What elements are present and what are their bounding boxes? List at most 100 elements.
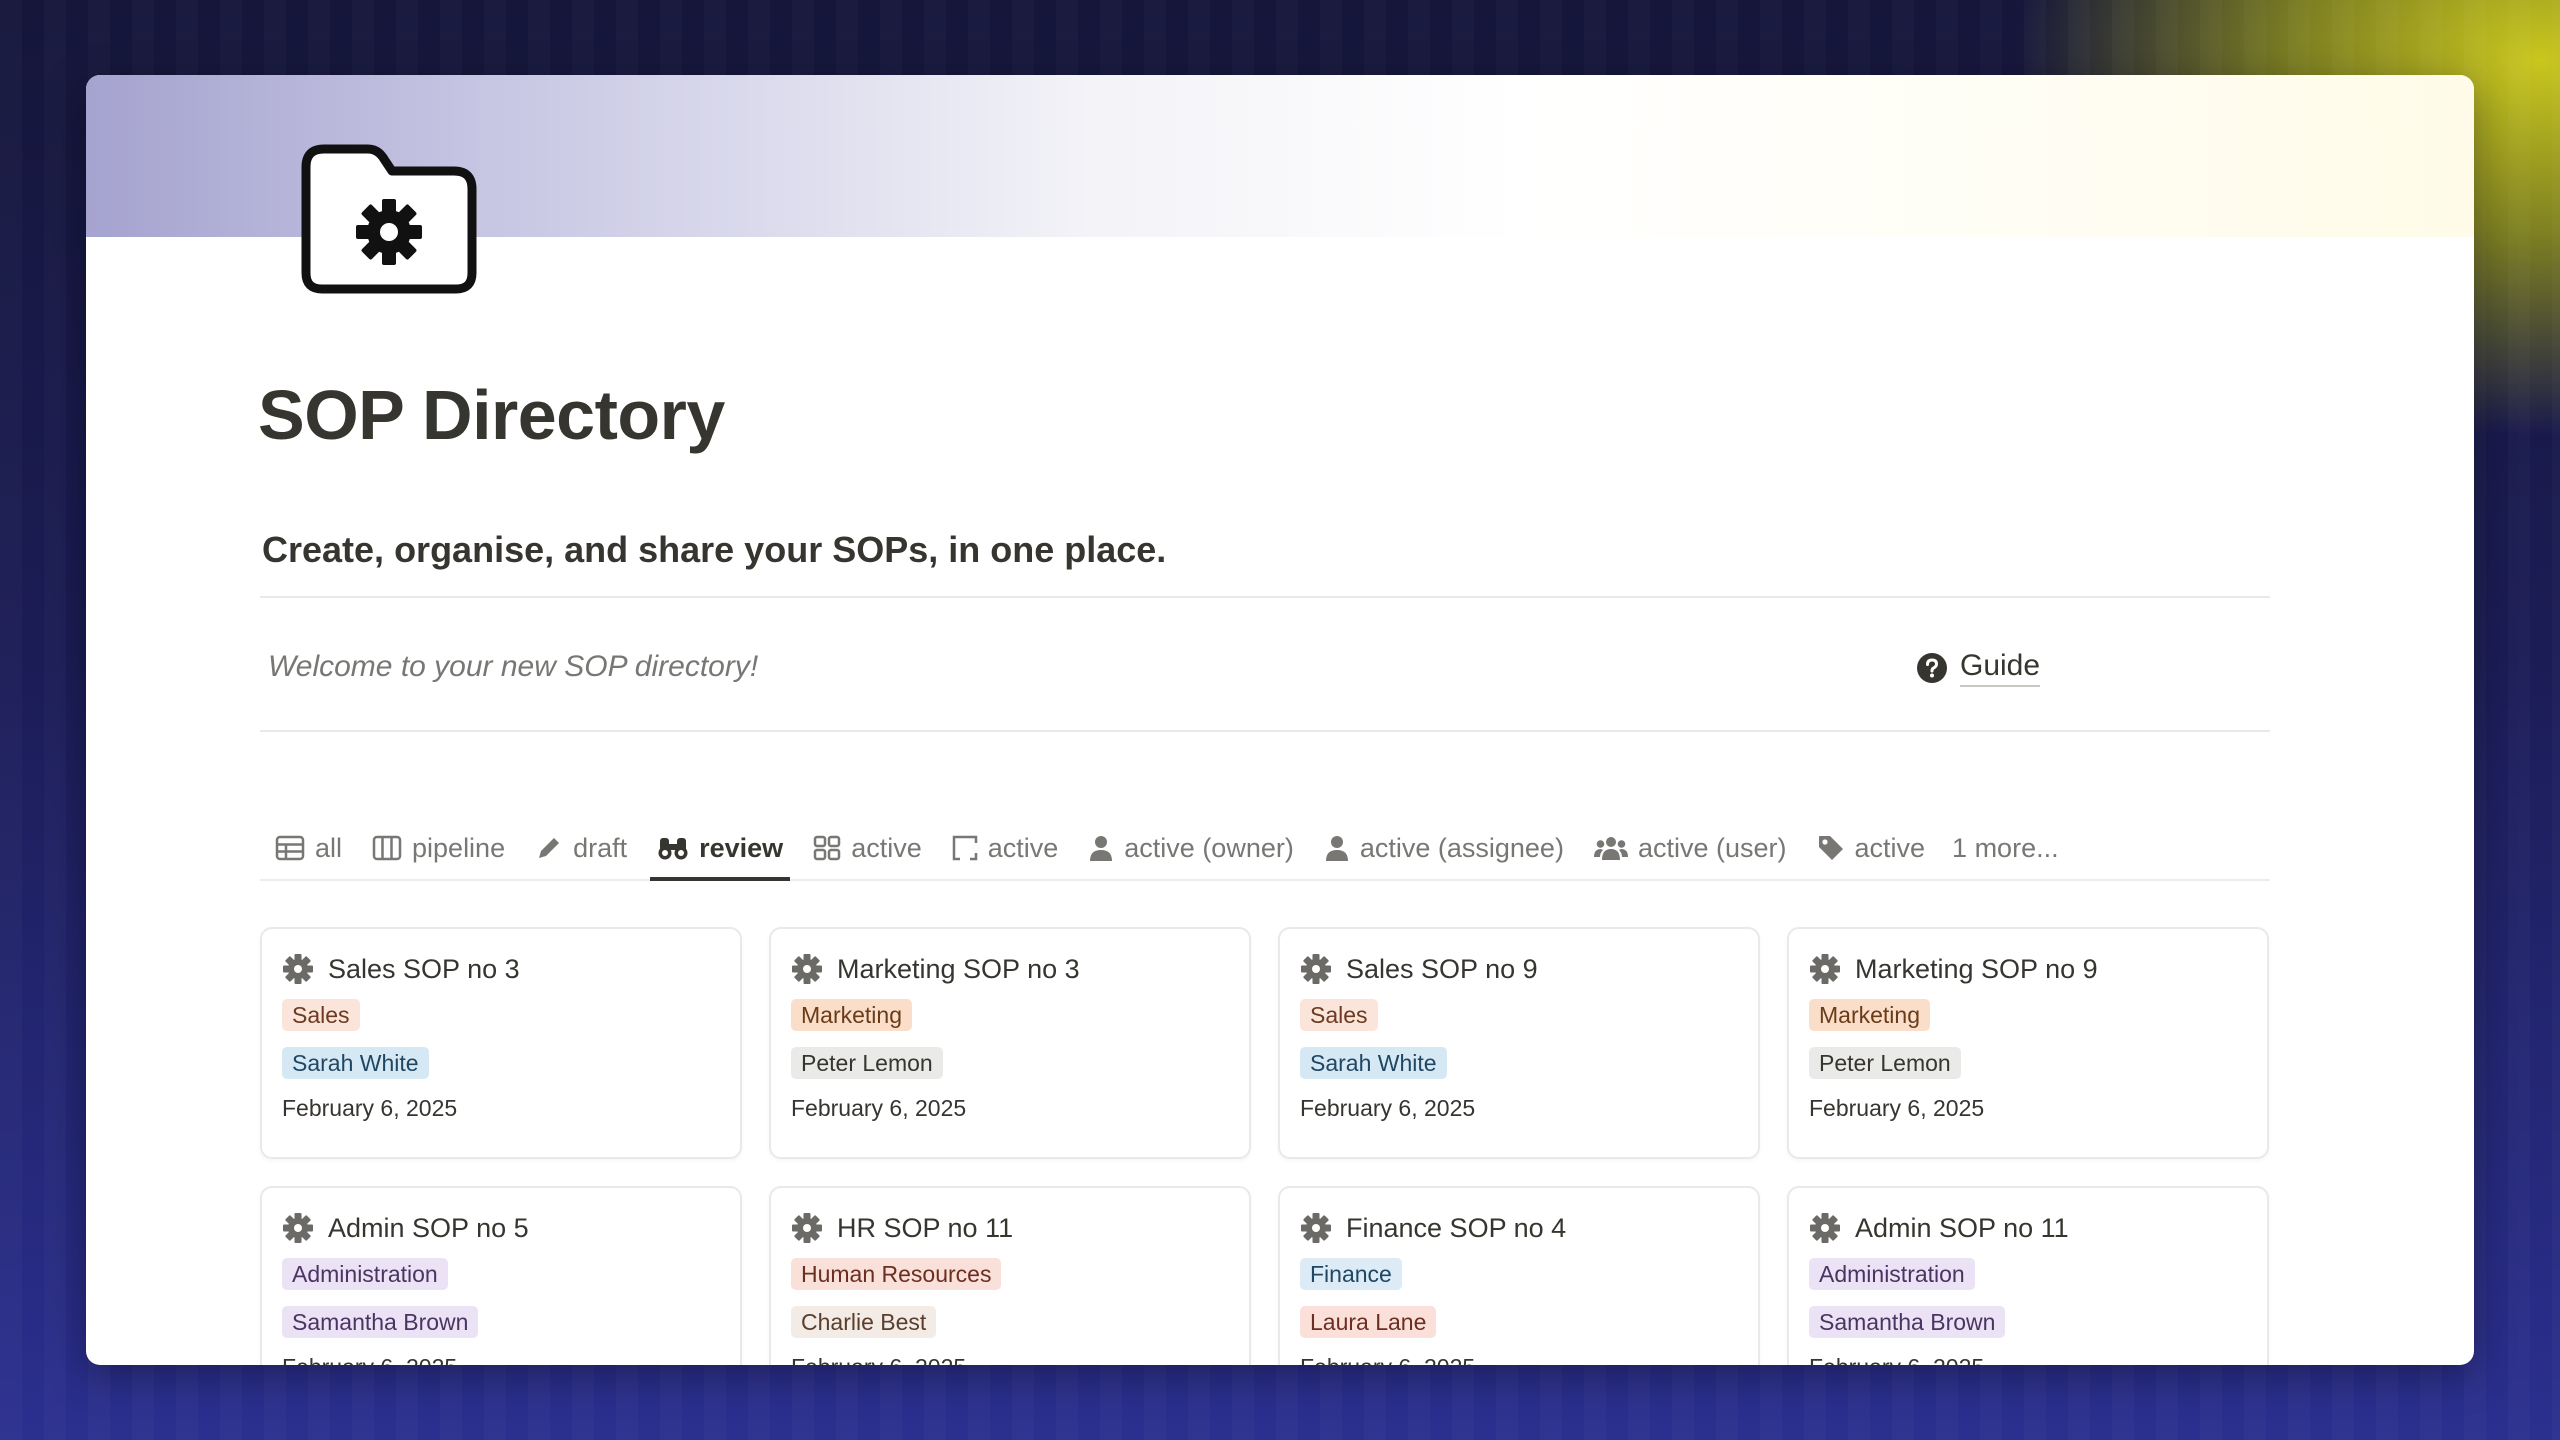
tab-active-assignee[interactable]: active (assignee) [1309, 817, 1579, 879]
tab-draft[interactable]: draft [520, 817, 642, 879]
department-row: Administration [282, 1248, 720, 1296]
tab-label: active (user) [1637, 832, 1787, 863]
guide-label: Guide [1960, 649, 2041, 687]
tab-label: active [851, 832, 922, 863]
card-title: Admin SOP no 5 [328, 1212, 529, 1243]
card-header: Marketing SOP no 9 [1809, 949, 2247, 989]
binoculars-icon [657, 834, 689, 862]
card-date: February 6, 2025 [791, 1095, 967, 1121]
person-row: Samantha Brown [1809, 1296, 2247, 1344]
card-header: Admin SOP no 11 [1809, 1208, 2247, 1248]
tab-label: active (owner) [1124, 832, 1294, 863]
department-tag: Marketing [1809, 999, 1930, 1031]
tab-active[interactable]: active [937, 817, 1074, 879]
person-tag: Sarah White [282, 1047, 429, 1079]
board-icon [372, 835, 402, 861]
tab-label: draft [573, 832, 628, 863]
department-row: Marketing [791, 989, 1229, 1037]
sop-card[interactable]: Finance SOP no 4 Finance Laura Lane Februar… [1278, 1186, 1760, 1365]
person-tag: Samantha Brown [282, 1306, 479, 1338]
card-title: Finance SOP no 4 [1346, 1212, 1567, 1243]
card-date: February 6, 2025 [1809, 1095, 1985, 1121]
notion-page-window: SOP Directory Create, organise, and shar… [86, 75, 2474, 1365]
card-header: Sales SOP no 9 [1300, 949, 1738, 989]
gear-icon [791, 953, 823, 985]
people-icon [1593, 835, 1628, 861]
card-header: Sales SOP no 3 [282, 949, 720, 989]
card-date: February 6, 2025 [282, 1095, 458, 1121]
department-tag: Sales [282, 999, 360, 1031]
page-title[interactable]: SOP Directory [258, 375, 725, 455]
person-icon [1088, 834, 1114, 862]
card-header: Admin SOP no 5 [282, 1208, 720, 1248]
department-tag: Administration [1809, 1258, 1975, 1290]
card-date: February 6, 2025 [282, 1354, 720, 1365]
tab-active[interactable]: active [1802, 817, 1941, 879]
card-title: Marketing SOP no 9 [1855, 953, 2098, 984]
person-tag: Peter Lemon [791, 1047, 943, 1079]
sop-card[interactable]: Admin SOP no 11 Administration Samantha Br… [1787, 1186, 2269, 1365]
person-row: Sarah White [282, 1037, 720, 1085]
tab-pipeline[interactable]: pipeline [357, 817, 520, 879]
tag-icon [1817, 834, 1845, 862]
person-tag: Peter Lemon [1809, 1047, 1961, 1079]
gear-icon [1809, 1212, 1841, 1244]
card-title: Marketing SOP no 3 [837, 953, 1080, 984]
tab-label: review [699, 832, 784, 863]
page-subtitle: Create, organise, and share your SOPs, i… [262, 529, 1167, 570]
welcome-text: Welcome to your new SOP directory! [268, 650, 759, 683]
person-row: Sarah White [1300, 1037, 1738, 1085]
card-date: February 6, 2025 [791, 1354, 1229, 1365]
folder-gear-icon[interactable] [296, 137, 482, 299]
department-row: Finance [1300, 1248, 1738, 1296]
tab-label: active (assignee) [1359, 832, 1564, 863]
card-date: February 6, 2025 [1300, 1095, 1476, 1121]
gear-icon [1300, 953, 1332, 985]
gear-icon [1300, 1212, 1332, 1244]
person-icon [1324, 834, 1350, 862]
gear-icon [282, 1212, 314, 1244]
tabs-more-button[interactable]: 1 more... [1940, 817, 2074, 879]
divider [260, 730, 2270, 732]
tab-label: active [1854, 832, 1926, 863]
divider [260, 596, 2270, 598]
gallery-icon [813, 835, 841, 861]
gear-icon [1809, 953, 1841, 985]
card-header: HR SOP no 11 [791, 1208, 1229, 1248]
department-tag: Finance [1300, 1258, 1402, 1290]
guide-link[interactable]: Guide [1916, 649, 2041, 687]
person-tag: Samantha Brown [1809, 1306, 2006, 1338]
sop-card[interactable]: HR SOP no 11 Human Resources Charlie Best F… [769, 1186, 1251, 1365]
card-title: Sales SOP no 3 [328, 953, 520, 984]
card-date: February 6, 2025 [1809, 1354, 2247, 1365]
person-row: Peter Lemon [1809, 1037, 2247, 1085]
department-row: Sales [282, 989, 720, 1037]
department-tag: Administration [282, 1258, 448, 1290]
card-date: February 6, 2025 [1300, 1354, 1738, 1365]
tab-all[interactable]: all [260, 817, 357, 879]
sop-card[interactable]: Marketing SOP no 9 Marketing Peter Lemon Fe… [1787, 927, 2269, 1159]
gear-icon [791, 1212, 823, 1244]
person-tag: Sarah White [1300, 1047, 1447, 1079]
table-icon [275, 835, 305, 861]
tab-active-owner[interactable]: active (owner) [1073, 817, 1309, 879]
person-tag: Laura Lane [1300, 1306, 1437, 1338]
sop-card[interactable]: Sales SOP no 9 Sales Sarah White February 6… [1278, 927, 1760, 1159]
tab-active[interactable]: active [798, 817, 937, 879]
sop-gallery: Sales SOP no 3 Sales Sarah White February 6… [260, 927, 2270, 1365]
tab-active-user[interactable]: active (user) [1579, 817, 1802, 879]
department-tag: Sales [1300, 999, 1378, 1031]
frame-icon [952, 835, 978, 861]
sop-card[interactable]: Sales SOP no 3 Sales Sarah White February 6… [260, 927, 742, 1159]
department-row: Marketing [1809, 989, 2247, 1037]
person-row: Samantha Brown [282, 1296, 720, 1344]
card-title: HR SOP no 11 [837, 1212, 1014, 1243]
gear-icon [282, 953, 314, 985]
person-row: Laura Lane [1300, 1296, 1738, 1344]
sop-card[interactable]: Admin SOP no 5 Administration Samantha Bro… [260, 1186, 742, 1365]
tab-review[interactable]: review [642, 817, 798, 881]
card-title: Sales SOP no 9 [1346, 953, 1538, 984]
tab-label: pipeline [412, 832, 506, 863]
tab-label: active [987, 832, 1059, 863]
sop-card[interactable]: Marketing SOP no 3 Marketing Peter Lemon Fe… [769, 927, 1251, 1159]
